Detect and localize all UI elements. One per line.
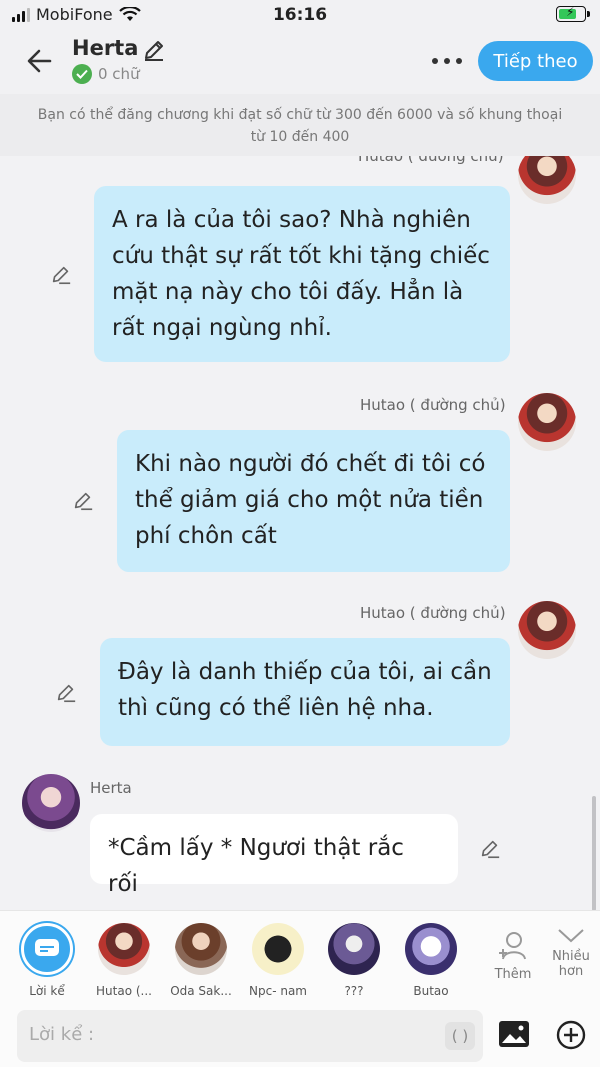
- next-button[interactable]: Tiếp theo: [478, 41, 593, 81]
- character-npc[interactable]: Npc- nam: [243, 923, 313, 998]
- character-label: Hutao (...: [96, 984, 152, 998]
- status-bar: MobiFone 16:16 ⚡: [0, 0, 600, 30]
- story-title: Herta: [72, 36, 139, 60]
- more-label: Nhiều: [552, 949, 590, 964]
- more-characters-button[interactable]: Nhiều hơn: [545, 925, 597, 979]
- edit-message-icon[interactable]: [50, 264, 72, 286]
- chevron-down-icon: [558, 929, 584, 943]
- notice-line-1: Bạn có thể đăng chương khi đạt số chữ từ…: [37, 107, 563, 123]
- battery-icon: ⚡: [556, 5, 590, 22]
- butao-avatar: [405, 923, 457, 975]
- back-arrow-icon[interactable]: [26, 46, 54, 76]
- character-unknown[interactable]: ???: [319, 923, 389, 998]
- message-bubble[interactable]: Khi nào người đó chết đi tôi có thể giảm…: [117, 430, 510, 572]
- parenthesis-button[interactable]: ( ): [445, 1022, 475, 1050]
- message-input[interactable]: Lời kể : ( ): [17, 1010, 483, 1062]
- sender-name: Hutao ( đường chủ): [360, 604, 506, 622]
- message-line: *Cầm lấy * Ngươi thật rắc rối: [108, 835, 404, 897]
- notice-line-2: từ 10 đến 400: [250, 129, 350, 145]
- unknown-avatar: [328, 923, 380, 975]
- header: Herta 0 chữ Tiếp theo: [0, 30, 600, 94]
- message-line: thì cũng có thể liên hệ nha.: [118, 695, 434, 721]
- input-bar: Lời kể : ( ): [0, 1002, 600, 1067]
- word-count-label: 0 chữ: [98, 65, 140, 83]
- message-line: rất ngại ngùng nhỉ.: [112, 315, 332, 341]
- image-icon[interactable]: [498, 1020, 530, 1048]
- character-label: Oda Sak...: [170, 984, 232, 998]
- hutao-avatar: [98, 923, 150, 975]
- npc-avatar: [252, 923, 304, 975]
- add-character-button[interactable]: Thêm: [487, 929, 539, 982]
- add-icon[interactable]: [556, 1020, 586, 1050]
- clock: 16:16: [272, 5, 328, 25]
- chat-area[interactable]: Hutao ( đường chủ) A ra là của tôi sao? …: [0, 156, 600, 910]
- add-person-icon: [499, 932, 526, 960]
- message-line: phí chôn cất: [135, 523, 277, 549]
- narration-icon: [21, 923, 73, 975]
- edit-message-icon[interactable]: [72, 490, 94, 512]
- publish-notice: Bạn có thể đăng chương khi đạt số chữ từ…: [0, 94, 600, 156]
- sender-name: Herta: [90, 779, 132, 797]
- more-options-icon[interactable]: [432, 58, 462, 64]
- avatar[interactable]: [518, 601, 576, 659]
- character-narration[interactable]: Lời kể: [12, 923, 82, 998]
- character-label: ???: [344, 984, 364, 998]
- message-bubble[interactable]: *Cầm lấy * Ngươi thật rắc rối: [90, 814, 458, 897]
- scrollbar[interactable]: [592, 796, 596, 910]
- edit-message-icon[interactable]: [55, 682, 77, 704]
- message-line: thể giảm giá cho một nửa tiền: [135, 487, 484, 513]
- character-label: Lời kể: [29, 984, 65, 998]
- message-bubble[interactable]: Đây là danh thiếp của tôi, ai cần thì cũ…: [100, 638, 510, 746]
- edit-message-icon[interactable]: [479, 838, 501, 860]
- more-label: hơn: [558, 964, 584, 979]
- message-line: cứu thật sự rất tốt khi tặng chiếc: [112, 243, 490, 269]
- character-butao[interactable]: Butao: [396, 923, 466, 998]
- check-icon: [72, 64, 92, 84]
- character-oda[interactable]: Oda Sak...: [166, 923, 236, 998]
- edit-title-icon[interactable]: [142, 38, 166, 62]
- avatar[interactable]: [518, 156, 576, 204]
- oda-avatar: [175, 923, 227, 975]
- message-line: A ra là của tôi sao? Nhà nghiên: [112, 207, 471, 233]
- message-bubble[interactable]: A ra là của tôi sao? Nhà nghiên cứu thật…: [94, 186, 510, 362]
- message-line: mặt nạ này cho tôi đấy. Hẳn là: [112, 279, 464, 305]
- message-line: Đây là danh thiếp của tôi, ai cần: [118, 659, 492, 685]
- avatar[interactable]: [22, 774, 80, 832]
- character-hutao[interactable]: Hutao (...: [89, 923, 159, 998]
- input-placeholder: Lời kể :: [29, 1024, 95, 1045]
- word-count: 0 chữ: [72, 64, 140, 84]
- character-label: Butao: [413, 984, 449, 998]
- message-line: Khi nào người đó chết đi tôi có: [135, 451, 486, 477]
- avatar[interactable]: [518, 393, 576, 451]
- sender-name: Hutao ( đường chủ): [360, 396, 506, 414]
- add-label: Thêm: [494, 967, 532, 982]
- sender-name: Hutao ( đường chủ): [358, 156, 504, 165]
- character-bar: Lời kể Hutao (... Oda Sak... Npc- nam ??…: [0, 910, 600, 1003]
- character-label: Npc- nam: [249, 984, 307, 998]
